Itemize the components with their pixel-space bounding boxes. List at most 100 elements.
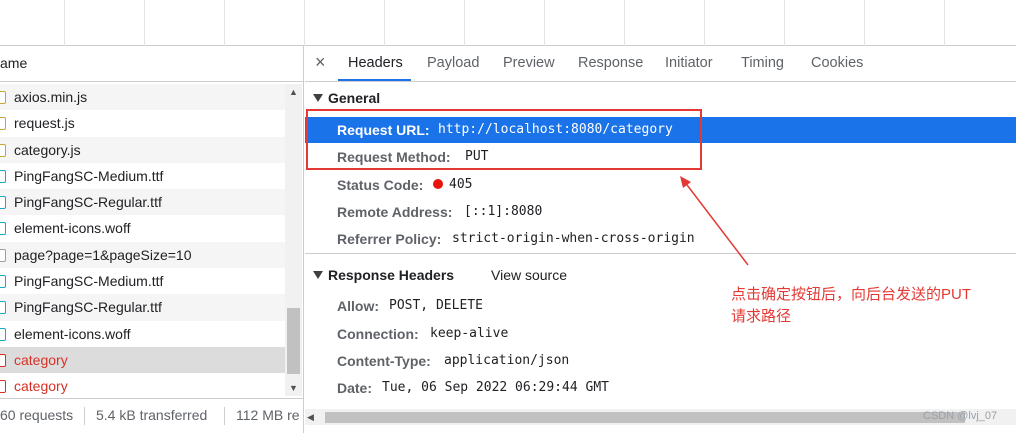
request-row[interactable]: category [0,373,285,399]
referrer-policy-value: strict-origin-when-cross-origin [452,231,695,246]
section-divider [305,253,1016,254]
content-type-value: application/json [444,353,570,368]
status-code-value: 405 [449,177,473,192]
remote-address-row[interactable]: Remote Address: [::1]:8080 [305,199,1016,225]
date-header-row[interactable]: Date: Tue, 06 Sep 2022 06:29:44 GMT [305,375,1016,401]
request-row[interactable]: category.js [0,136,285,163]
status-code-cell: 405 [433,172,472,198]
scrollbar-thumb[interactable] [325,412,965,423]
content-type-label: Content-Type: [337,353,431,369]
general-section-title: General [328,90,381,106]
request-row[interactable]: element-icons.woff [0,215,285,241]
waterfall-gridline [944,0,945,46]
waterfall-gridline [704,0,705,46]
remote-address-value: [::1]:8080 [464,204,543,219]
font-file-icon [0,222,6,236]
scroll-up-arrow-icon[interactable]: ▲ [285,84,302,100]
tab-cookies[interactable]: Cookies [811,55,863,71]
allow-label: Allow: [337,298,379,314]
request-row-selected[interactable]: category [0,346,285,374]
waterfall-gridline [144,0,145,46]
general-section-header[interactable]: General [305,90,380,106]
status-divider [224,407,225,425]
waterfall-gridline [864,0,865,46]
request-row[interactable]: request.js [0,110,285,136]
annotation-line-1: 点击确定按钮后，向后台发送的PUT [731,286,972,303]
document-file-icon [0,248,6,262]
response-headers-title: Response Headers [328,267,455,283]
tab-response[interactable]: Response [578,55,643,71]
scroll-left-arrow-icon[interactable]: ◀ [307,409,314,425]
annotation-highlight-box [306,109,702,170]
request-row[interactable]: element-icons.woff [0,321,285,347]
expand-triangle-icon [313,94,323,102]
name-column-header[interactable]: ame [0,46,303,82]
xhr-file-icon [0,380,6,394]
request-name: category [14,378,68,395]
scrollbar-thumb[interactable] [287,308,300,374]
font-file-icon [0,169,6,183]
response-headers-section-header[interactable]: Response Headers [305,267,454,283]
status-divider [84,407,85,425]
referrer-policy-row[interactable]: Referrer Policy: strict-origin-when-cros… [305,226,1016,252]
date-label: Date: [337,380,373,396]
request-details-panel: × Headers Payload Preview Response Initi… [305,46,1016,433]
request-list-panel: ame axios.min.js request.js category.js … [0,46,304,433]
date-value: Tue, 06 Sep 2022 06:29:44 GMT [382,380,609,395]
close-icon[interactable]: × [315,52,326,73]
waterfall-gridline [304,0,305,46]
tab-preview[interactable]: Preview [503,55,555,71]
annotation-line-2: 请求路径 [731,308,792,325]
expand-triangle-icon [313,271,323,279]
request-name: PingFangSC-Regular.ttf [14,299,162,316]
waterfall-gridline [544,0,545,46]
request-row[interactable]: axios.min.js [0,84,285,111]
script-file-icon [0,117,6,131]
request-name: page?page=1&pageSize=10 [14,246,192,263]
waterfall-strip [0,0,1016,46]
request-name: PingFangSC-Medium.ttf [14,167,164,184]
request-row[interactable]: PingFangSC-Medium.ttf [0,268,285,294]
details-horizontal-scrollbar[interactable]: ◀ [305,409,1016,425]
tab-headers[interactable]: Headers [348,55,403,71]
waterfall-gridline [624,0,625,46]
request-row[interactable]: page?page=1&pageSize=10 [0,241,285,269]
connection-label: Connection: [337,326,419,342]
resources-size: 112 MB re [236,407,300,423]
font-file-icon [0,301,6,315]
content-type-header-row[interactable]: Content-Type: application/json [305,348,1016,374]
scroll-down-arrow-icon[interactable]: ▼ [285,380,302,396]
status-code-row[interactable]: Status Code: 405 [305,172,1016,198]
tab-payload[interactable]: Payload [427,55,479,71]
annotation-note: 点击确定按钮后，向后台发送的PUT 请求路径 [731,284,1011,328]
font-file-icon [0,196,6,210]
details-tab-bar: × Headers Payload Preview Response Initi… [305,46,1016,82]
waterfall-gridline [464,0,465,46]
request-row[interactable]: PingFangSC-Regular.ttf [0,294,285,321]
name-column-label: ame [0,55,28,71]
waterfall-gridline [224,0,225,46]
script-file-icon [0,143,6,157]
waterfall-gridline [64,0,65,46]
connection-value: keep-alive [430,326,509,341]
request-row[interactable]: PingFangSC-Regular.ttf [0,189,285,216]
waterfall-gridline [384,0,385,46]
tab-timing[interactable]: Timing [741,55,784,71]
font-file-icon [0,275,6,289]
request-list-scrollbar[interactable]: ▲ ▼ [285,84,302,396]
request-name: element-icons.woff [14,220,131,237]
request-name: category [14,351,68,368]
referrer-policy-label: Referrer Policy: [337,231,442,247]
request-list: axios.min.js request.js category.js Ping… [0,84,285,400]
request-name: element-icons.woff [14,325,131,342]
request-row[interactable]: PingFangSC-Medium.ttf [0,163,285,189]
remote-address-label: Remote Address: [337,204,453,220]
view-source-link[interactable]: View source [491,267,567,283]
allow-value: POST, DELETE [389,298,483,313]
request-name: request.js [14,115,75,132]
request-name: axios.min.js [14,89,88,105]
request-name: PingFangSC-Regular.ttf [14,194,162,211]
active-tab-indicator [338,79,411,81]
tab-initiator[interactable]: Initiator [665,55,713,71]
transferred-size: 5.4 kB transferred [96,407,208,423]
